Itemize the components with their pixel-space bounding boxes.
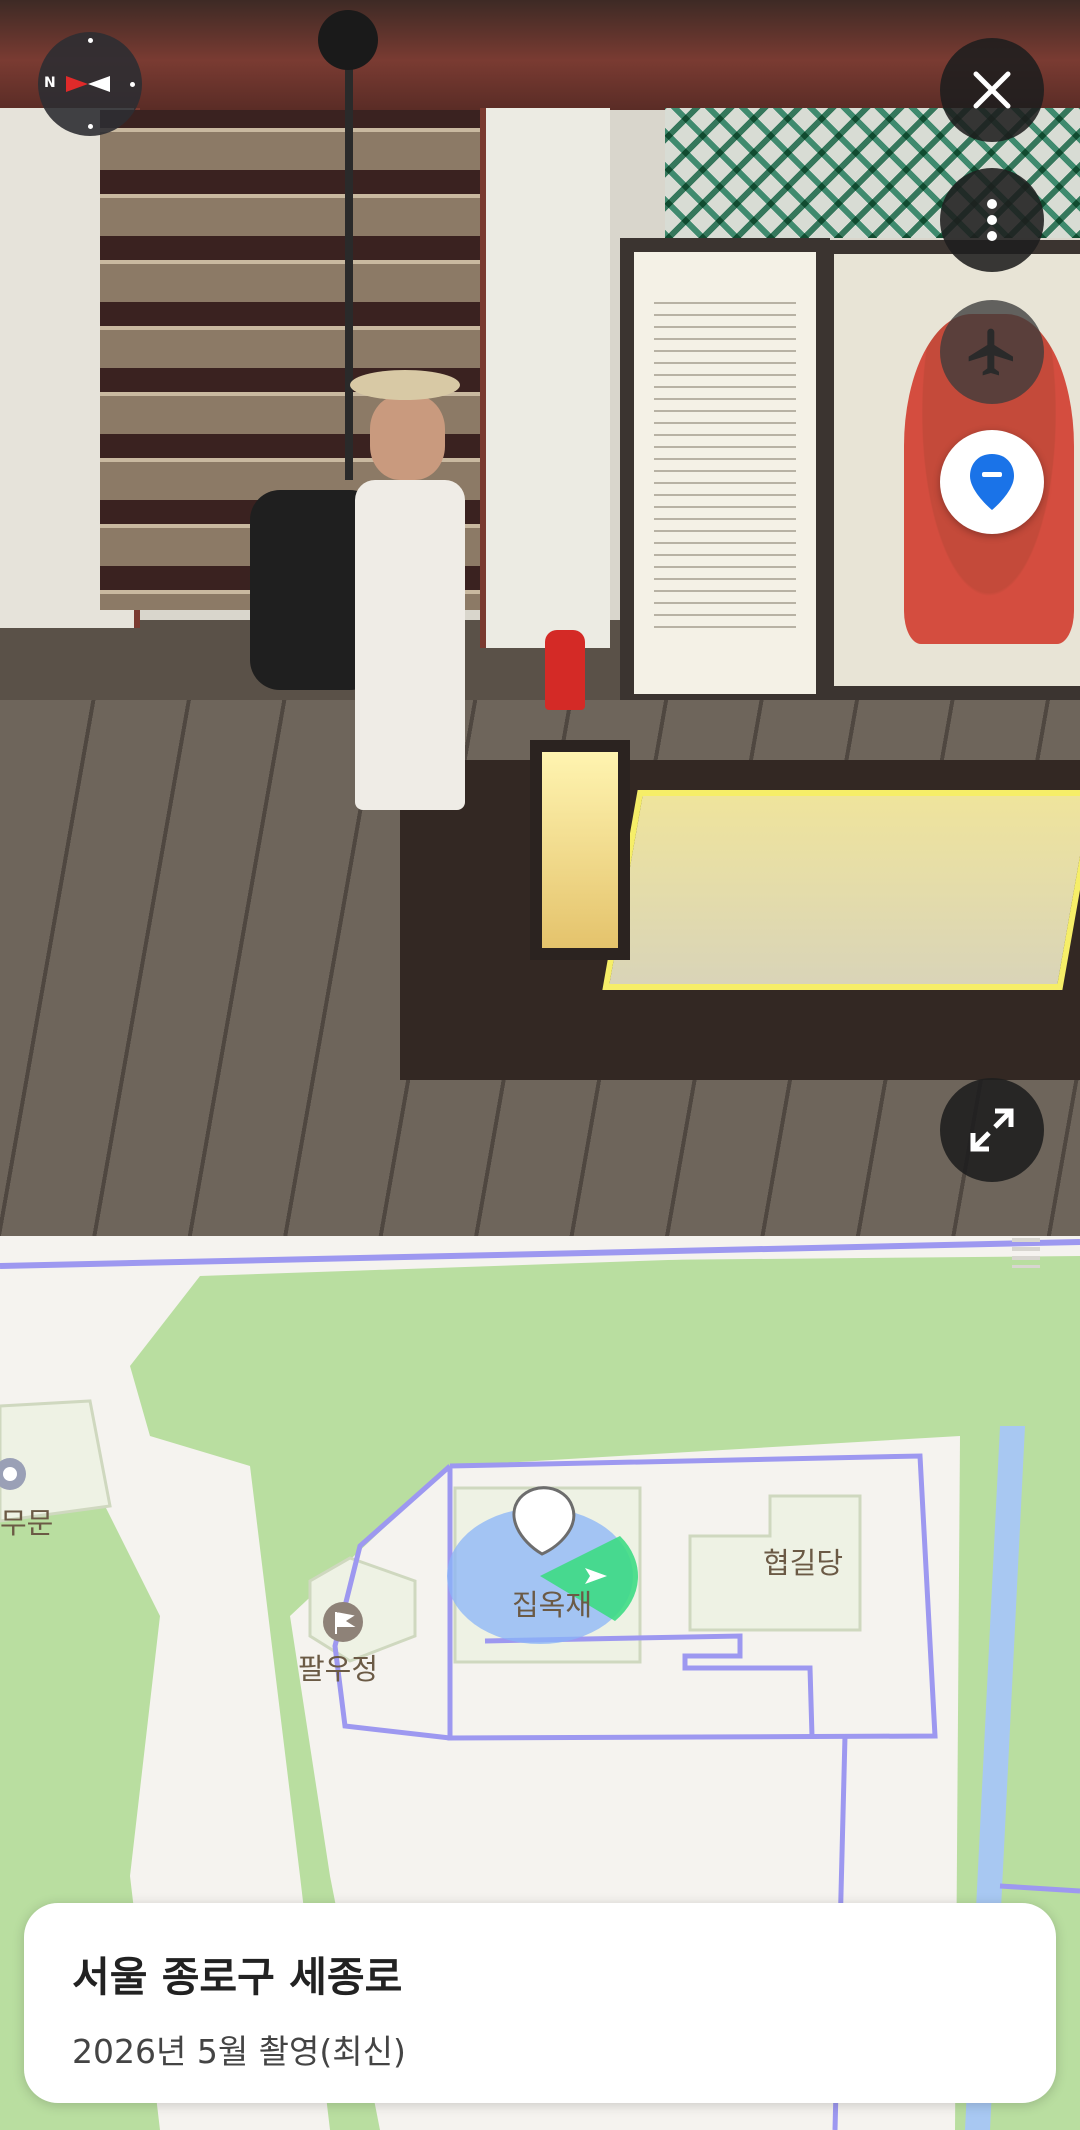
location-title: 서울 종로구 세종로 (72, 1953, 403, 2001)
capture-date: 2026년 5월 촬영(최신) (72, 2032, 406, 2071)
compass-button[interactable]: N (38, 32, 142, 136)
fire-extinguisher (545, 630, 585, 710)
compass-needle-icon (66, 76, 110, 92)
info-panel-board (620, 238, 830, 708)
display-glass (602, 790, 1080, 990)
map-label-jibokjae: 집옥재 (512, 1588, 593, 1622)
close-icon (973, 71, 1011, 109)
camera-operator (250, 10, 550, 940)
street-view-panorama[interactable] (0, 0, 1080, 1236)
map-label-gate: 무문 (0, 1506, 54, 1540)
airplane-icon (968, 328, 1013, 376)
expand-button[interactable] (940, 1078, 1044, 1182)
location-pin-icon (970, 454, 1014, 510)
map-resize-handle[interactable] (1012, 1238, 1040, 1268)
ceiling-beam (0, 0, 1080, 110)
person-head (370, 395, 445, 480)
map-label-palujeong: 팔우정 (298, 1652, 379, 1686)
360-camera (318, 10, 378, 70)
aerial-view-button[interactable] (940, 300, 1044, 404)
close-button[interactable] (940, 38, 1044, 142)
more-vertical-icon (987, 199, 997, 241)
expand-icon (970, 1108, 1014, 1152)
camera-pole (345, 30, 353, 480)
my-location-button[interactable] (940, 430, 1044, 534)
more-options-button[interactable] (940, 168, 1044, 272)
gat-hat (350, 370, 460, 400)
map-label-hyeopgildang: 협길당 (763, 1546, 844, 1580)
person-body (355, 480, 465, 810)
location-info-card[interactable]: 서울 종로구 세종로 2026년 5월 촬영(최신) (24, 1903, 1056, 2103)
